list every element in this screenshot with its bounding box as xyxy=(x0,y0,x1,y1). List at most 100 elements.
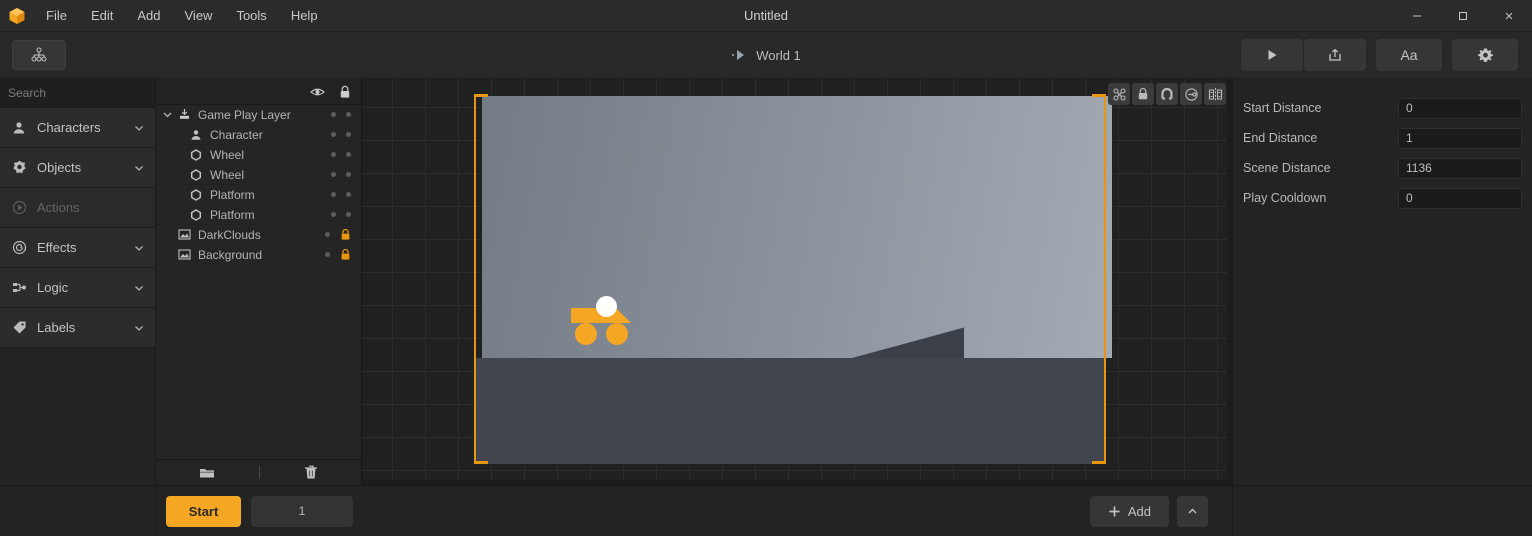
visibility-toggle[interactable] xyxy=(331,192,336,197)
menu-item-help[interactable]: Help xyxy=(279,0,330,32)
visibility-toggle[interactable] xyxy=(331,212,336,217)
layer-toggles xyxy=(331,192,361,197)
layer-row-background[interactable]: Background xyxy=(156,245,361,265)
platform-ramp[interactable] xyxy=(852,327,964,358)
eye-icon[interactable] xyxy=(310,86,325,98)
link-button[interactable] xyxy=(1180,83,1202,105)
timeline-controls: Start 1 Add xyxy=(156,495,1232,527)
menu-item-file[interactable]: File xyxy=(34,0,79,32)
layer-row-platform-2[interactable]: Platform xyxy=(156,205,361,225)
layer-label: Game Play Layer xyxy=(198,107,291,122)
title-bar: File Edit Add View Tools Help Untitled xyxy=(0,0,1532,32)
sidebar-item-objects[interactable]: Objects xyxy=(0,148,155,188)
minimize-button[interactable] xyxy=(1394,0,1440,32)
collapse-button[interactable] xyxy=(1177,495,1208,527)
window-controls xyxy=(1394,0,1532,32)
visibility-toggle[interactable] xyxy=(331,132,336,137)
lock-toggle[interactable] xyxy=(346,152,351,157)
hierarchy-icon xyxy=(30,46,48,64)
lock-toggle[interactable] xyxy=(346,112,351,117)
chevron-down-icon xyxy=(133,122,145,134)
tag-icon xyxy=(10,320,28,335)
layer-label: Wheel xyxy=(210,147,245,162)
mirror-symmetry-button[interactable] xyxy=(1204,83,1226,105)
bottom-bar-left-spacer xyxy=(0,486,156,536)
visibility-toggle[interactable] xyxy=(331,152,336,157)
sidebar-item-effects[interactable]: Effects xyxy=(0,228,155,268)
layers-panel: Game Play Layer Character Wheel Wheel Pl… xyxy=(156,79,362,485)
wheel-left[interactable] xyxy=(575,323,597,345)
property-row-play-cooldown: Play Cooldown 0 xyxy=(1233,183,1532,213)
search-input[interactable] xyxy=(8,86,163,100)
magnet-snap-button[interactable] xyxy=(1156,83,1178,105)
lock-toggle[interactable] xyxy=(346,192,351,197)
trash-icon[interactable] xyxy=(304,465,318,480)
layer-row-game-play-layer[interactable]: Game Play Layer xyxy=(156,105,361,125)
layer-label: DarkClouds xyxy=(198,227,261,242)
sidebar-item-logic[interactable]: Logic xyxy=(0,268,155,308)
sidebar-item-characters[interactable]: Characters xyxy=(0,108,155,148)
lock-button[interactable] xyxy=(1132,83,1154,105)
add-button[interactable]: Add xyxy=(1089,495,1169,527)
start-button[interactable]: Start xyxy=(166,495,241,527)
menu-item-add[interactable]: Add xyxy=(125,0,172,32)
text-tool-button[interactable]: Aa xyxy=(1376,39,1442,71)
image-icon xyxy=(176,228,192,241)
wheel-right[interactable] xyxy=(606,323,628,345)
property-label: Start Distance xyxy=(1243,101,1322,115)
visibility-toggle[interactable] xyxy=(331,172,336,177)
scene-distance-field[interactable]: 1136 xyxy=(1398,157,1522,179)
frame-number-field[interactable]: 1 xyxy=(251,495,353,527)
lock-icon[interactable] xyxy=(340,228,351,241)
layer-row-wheel-2[interactable]: Wheel xyxy=(156,165,361,185)
search-row[interactable] xyxy=(0,79,176,108)
ground-area xyxy=(474,358,1104,464)
shape-icon xyxy=(188,188,204,201)
visibility-toggle[interactable] xyxy=(331,112,336,117)
end-distance-field[interactable]: 1 xyxy=(1398,127,1522,149)
layer-label: Platform xyxy=(210,187,255,202)
menu-item-tools[interactable]: Tools xyxy=(224,0,278,32)
settings-button[interactable] xyxy=(1452,39,1518,71)
menu-item-view[interactable]: View xyxy=(173,0,225,32)
play-circle-icon xyxy=(10,200,28,215)
play-button[interactable] xyxy=(1241,39,1303,71)
layer-toggles xyxy=(331,152,361,157)
maximize-button[interactable] xyxy=(1440,0,1486,32)
menu-bar: File Edit Add View Tools Help xyxy=(34,0,330,32)
close-button[interactable] xyxy=(1486,0,1532,32)
lock-toggle[interactable] xyxy=(346,212,351,217)
menu-item-edit[interactable]: Edit xyxy=(79,0,125,32)
layer-row-character[interactable]: Character xyxy=(156,125,361,145)
layer-label: Wheel xyxy=(210,167,245,182)
sidebar-item-actions[interactable]: Actions xyxy=(0,188,155,228)
layer-row-darkclouds[interactable]: DarkClouds xyxy=(156,225,361,245)
person-icon xyxy=(10,121,28,135)
canvas-scrollbar-vertical[interactable] xyxy=(1227,79,1232,485)
visibility-toggle[interactable] xyxy=(325,252,330,257)
lock-icon[interactable] xyxy=(339,85,351,99)
scene-canvas[interactable] xyxy=(362,79,1232,485)
sidebar-label-logic: Logic xyxy=(37,280,69,295)
property-label: Scene Distance xyxy=(1243,161,1331,175)
lock-toggle[interactable] xyxy=(346,132,351,137)
lock-toggle[interactable] xyxy=(346,172,351,177)
folder-icon[interactable] xyxy=(199,466,215,479)
link-icon xyxy=(1184,87,1199,102)
transform-nodes-button[interactable] xyxy=(1108,83,1130,105)
play-cooldown-field[interactable]: 0 xyxy=(1398,187,1522,209)
hierarchy-button[interactable] xyxy=(12,40,66,70)
sidebar-label-labels: Labels xyxy=(37,320,76,335)
layer-row-platform-1[interactable]: Platform xyxy=(156,185,361,205)
property-row-end-distance: End Distance 1 xyxy=(1233,123,1532,153)
sidebar-item-labels[interactable]: Labels xyxy=(0,308,155,348)
visibility-toggle[interactable] xyxy=(325,232,330,237)
lock-icon[interactable] xyxy=(340,248,351,261)
layer-row-wheel-1[interactable]: Wheel xyxy=(156,145,361,165)
layer-icon xyxy=(176,108,192,121)
chevron-down-icon[interactable] xyxy=(162,109,173,120)
start-distance-field[interactable]: 0 xyxy=(1398,97,1522,119)
character-vehicle[interactable] xyxy=(571,296,631,345)
add-button-label: Add xyxy=(1127,503,1151,519)
export-button[interactable] xyxy=(1304,39,1366,71)
